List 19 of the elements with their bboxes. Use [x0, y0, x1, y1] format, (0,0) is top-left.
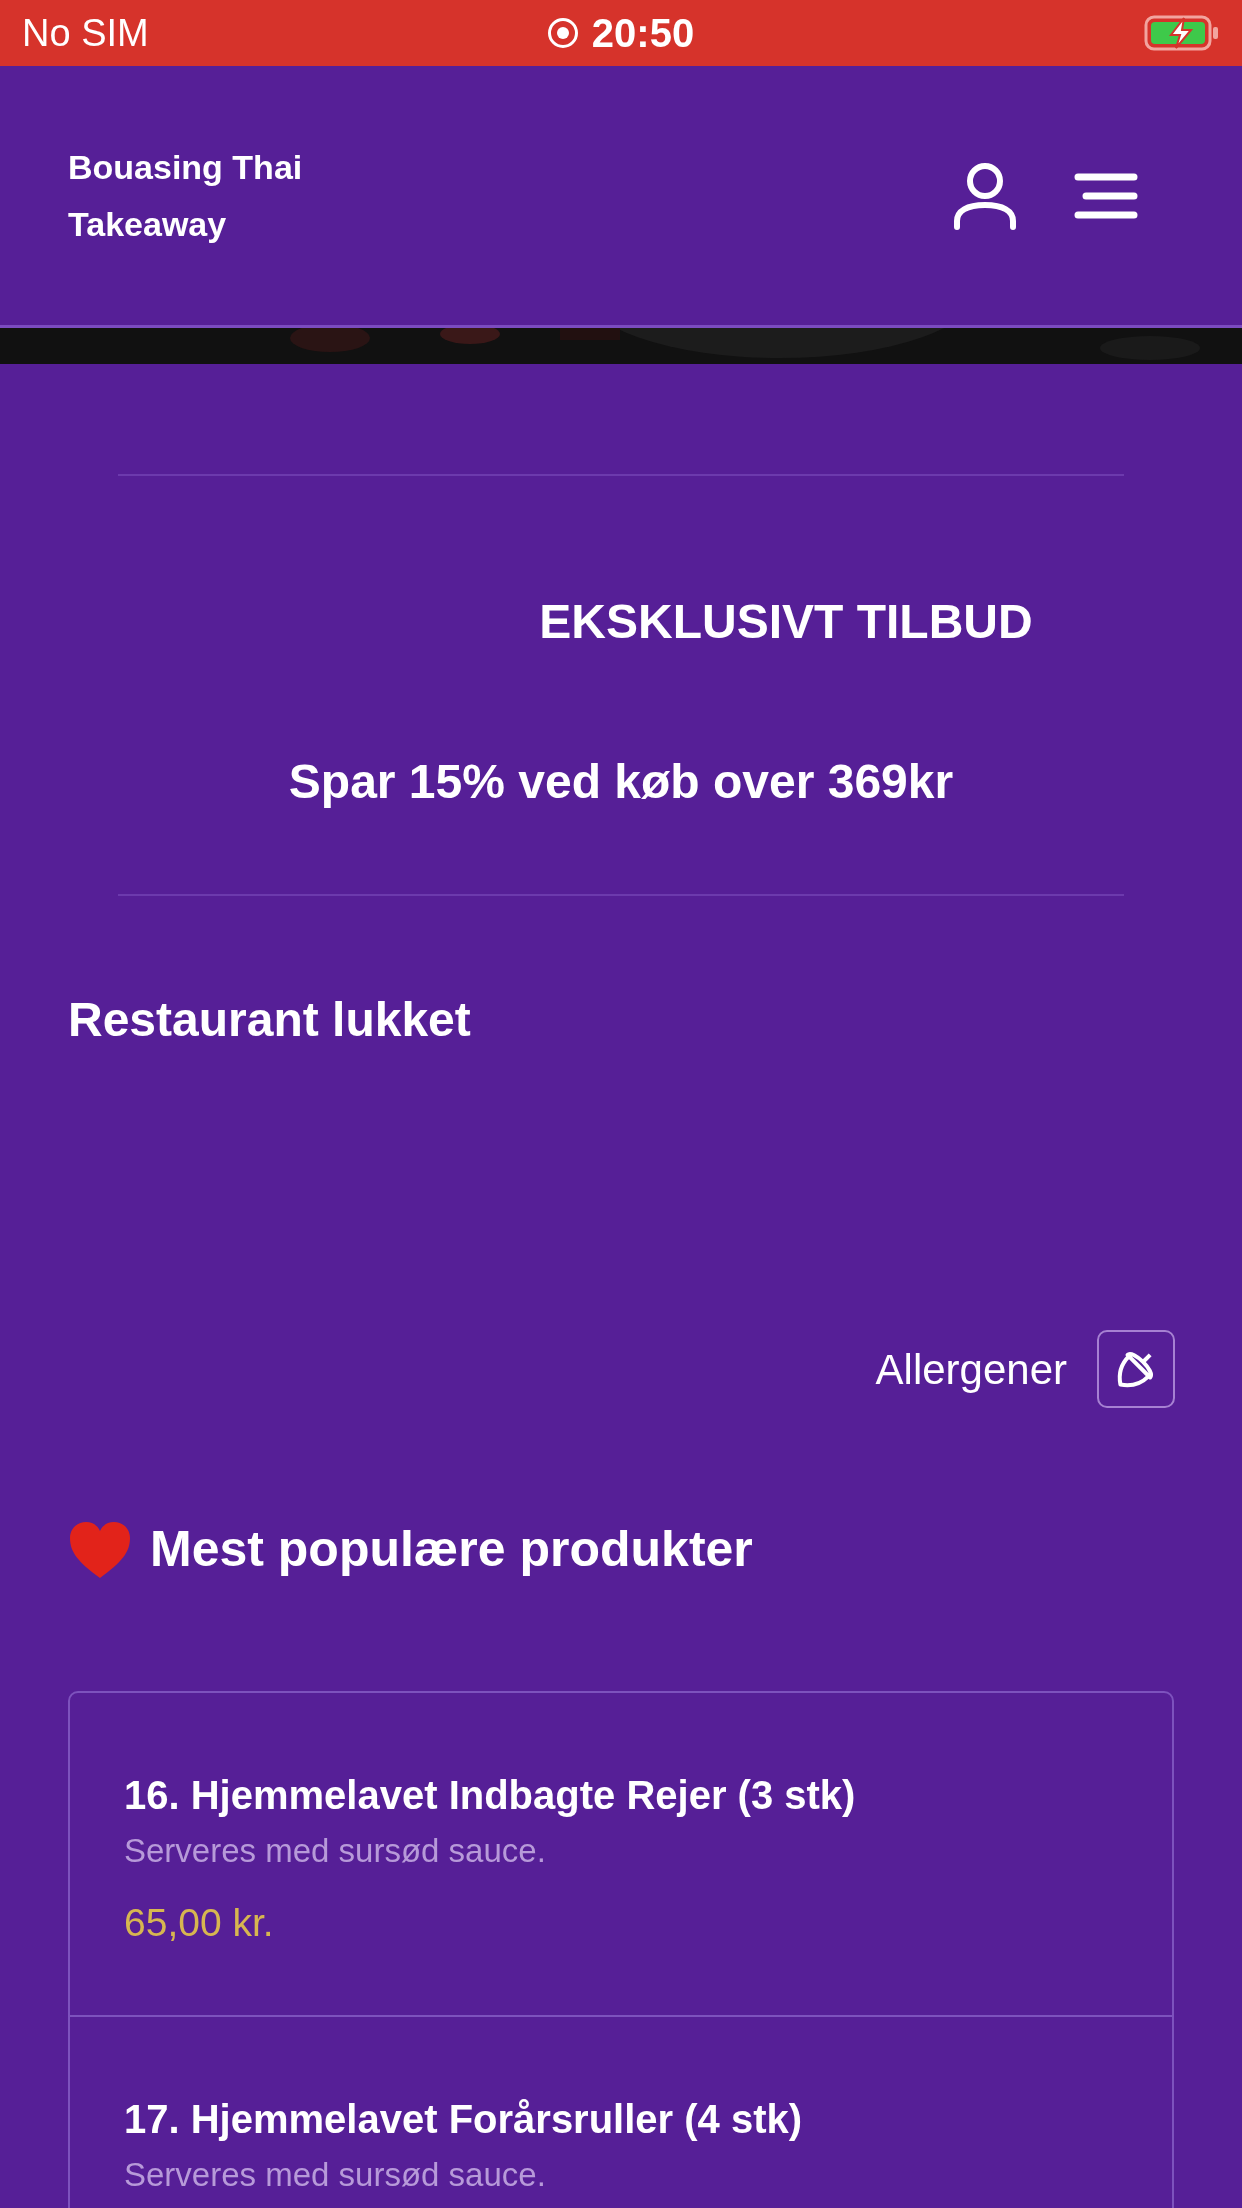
offer-text: Spar 15% ved køb over 369kr — [288, 754, 954, 810]
carrier-text: No SIM — [22, 14, 149, 52]
restaurant-name: Bouasing Thai Takeaway — [68, 146, 304, 245]
allergens-button[interactable] — [1097, 1330, 1175, 1408]
clock-text: 20:50 — [591, 13, 695, 53]
section-title: Mest populære produkter — [150, 1520, 753, 1579]
heart-icon — [68, 1519, 132, 1580]
recording-icon — [547, 18, 578, 48]
account-icon[interactable] — [952, 160, 1018, 231]
product-price: 65,00 kr. — [124, 1901, 275, 1945]
menu-icon[interactable] — [1074, 172, 1138, 219]
allergens-label: Allergener — [875, 1344, 1067, 1395]
product-description: Serveres med sursød sauce. — [124, 1831, 547, 1871]
product-name: 16. Hjemmelavet Indbagte Rejer (3 stk) — [124, 1772, 857, 1819]
offer-title: EKSKLUSIVT TILBUD — [539, 594, 1033, 650]
status-message: Restaurant lukket — [68, 996, 472, 1044]
battery-icon — [1144, 13, 1220, 53]
product-description: Serveres med sursød sauce. — [124, 2155, 547, 2195]
product-name: 17. Hjemmelavet Forårsruller (4 stk) — [124, 2096, 804, 2143]
